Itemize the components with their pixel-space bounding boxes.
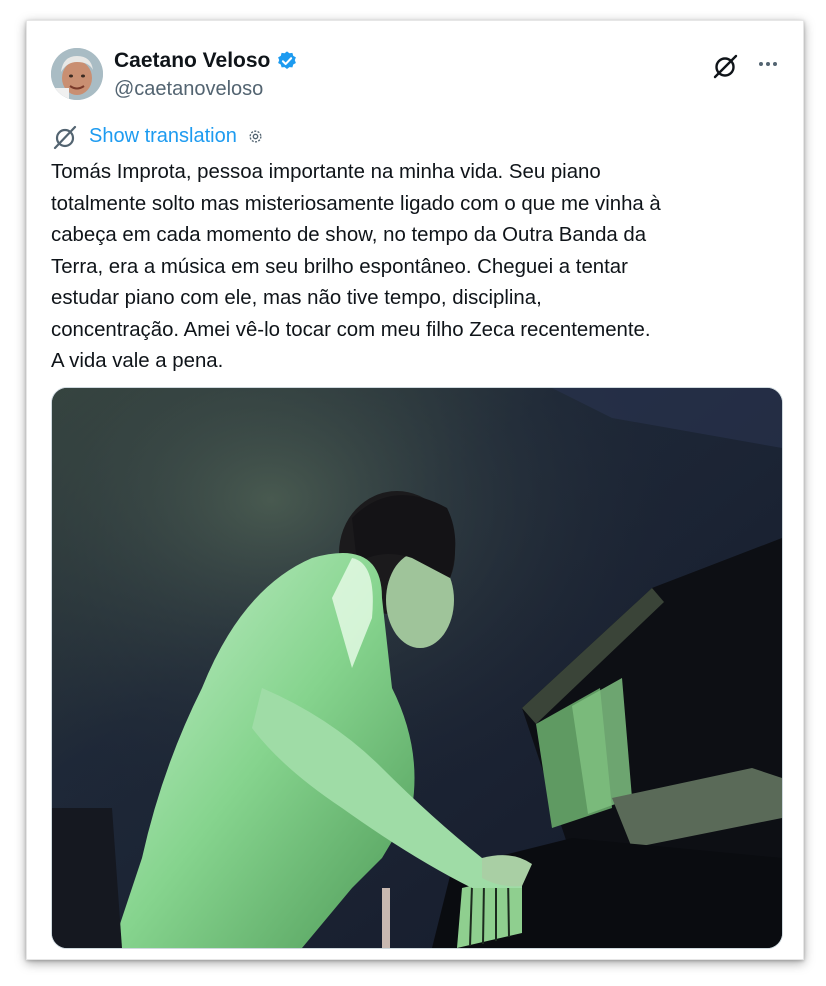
author-handle[interactable]: @caetanoveloso bbox=[114, 78, 263, 101]
more-options-icon bbox=[759, 62, 763, 66]
tweet-text-line: Terra, era a música em seu brilho espont… bbox=[51, 255, 628, 278]
more-options-button[interactable] bbox=[753, 51, 783, 77]
verified-badge-icon bbox=[278, 51, 297, 69]
show-translation-link[interactable]: Show translation bbox=[89, 125, 237, 148]
avatar-image bbox=[51, 48, 103, 100]
author-name-row: Caetano Veloso bbox=[114, 49, 298, 73]
video-still-image bbox=[52, 388, 782, 948]
author-display-name[interactable]: Caetano Veloso bbox=[114, 49, 270, 73]
tweet-text-line: Tomás Improta, pessoa importante na minh… bbox=[51, 161, 601, 183]
tweet-media-video[interactable] bbox=[51, 387, 783, 949]
tweet-text-line: concentração. Amei vê-lo tocar com meu f… bbox=[51, 318, 651, 341]
tweet-text-line: totalmente solto mas misteriosamente lig… bbox=[51, 192, 661, 215]
gear-icon[interactable] bbox=[247, 128, 264, 145]
translation-row: Show translation bbox=[51, 121, 264, 151]
tweet-card: Caetano Veloso @caetanoveloso Show trans… bbox=[26, 20, 804, 960]
translate-icon bbox=[53, 125, 77, 150]
tweet-text-line: A vida vale a pena. bbox=[51, 350, 224, 372]
tweet-text-line: cabeça em cada momento de show, no tempo… bbox=[51, 224, 647, 246]
tweet-text-line: estudar piano com ele, mas não tive temp… bbox=[51, 287, 542, 309]
author-avatar[interactable] bbox=[51, 48, 103, 100]
tweet-text: Tomás Improta, pessoa importante na minh… bbox=[51, 157, 786, 378]
grok-icon bbox=[713, 54, 738, 79]
grok-button[interactable] bbox=[711, 51, 741, 81]
